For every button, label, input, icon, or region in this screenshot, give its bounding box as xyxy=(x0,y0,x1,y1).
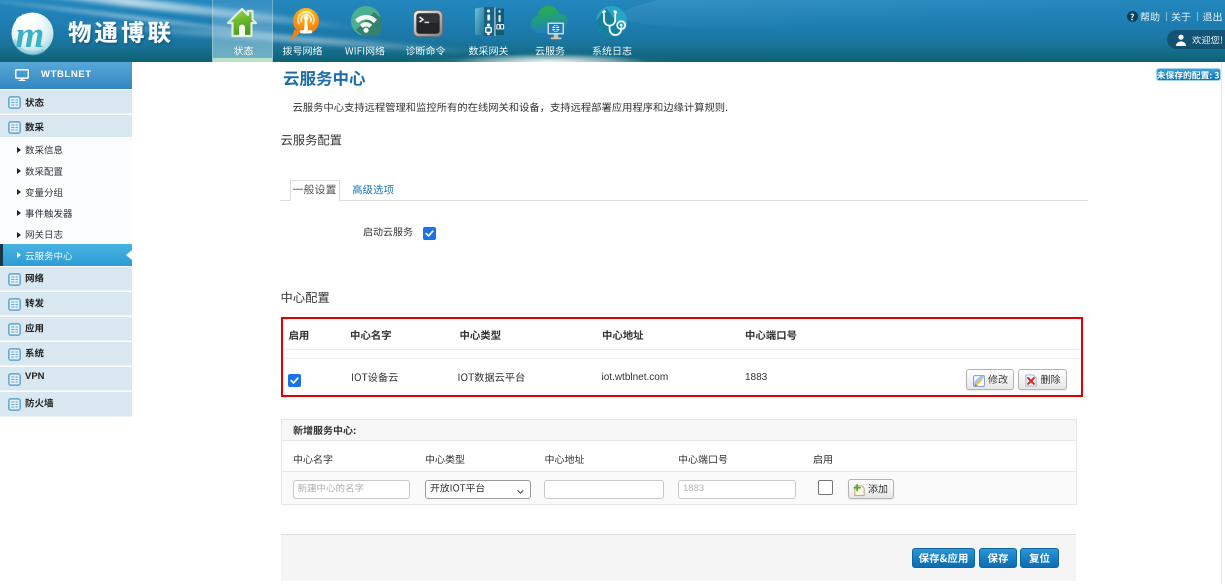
svg-text:m: m xyxy=(16,15,45,56)
